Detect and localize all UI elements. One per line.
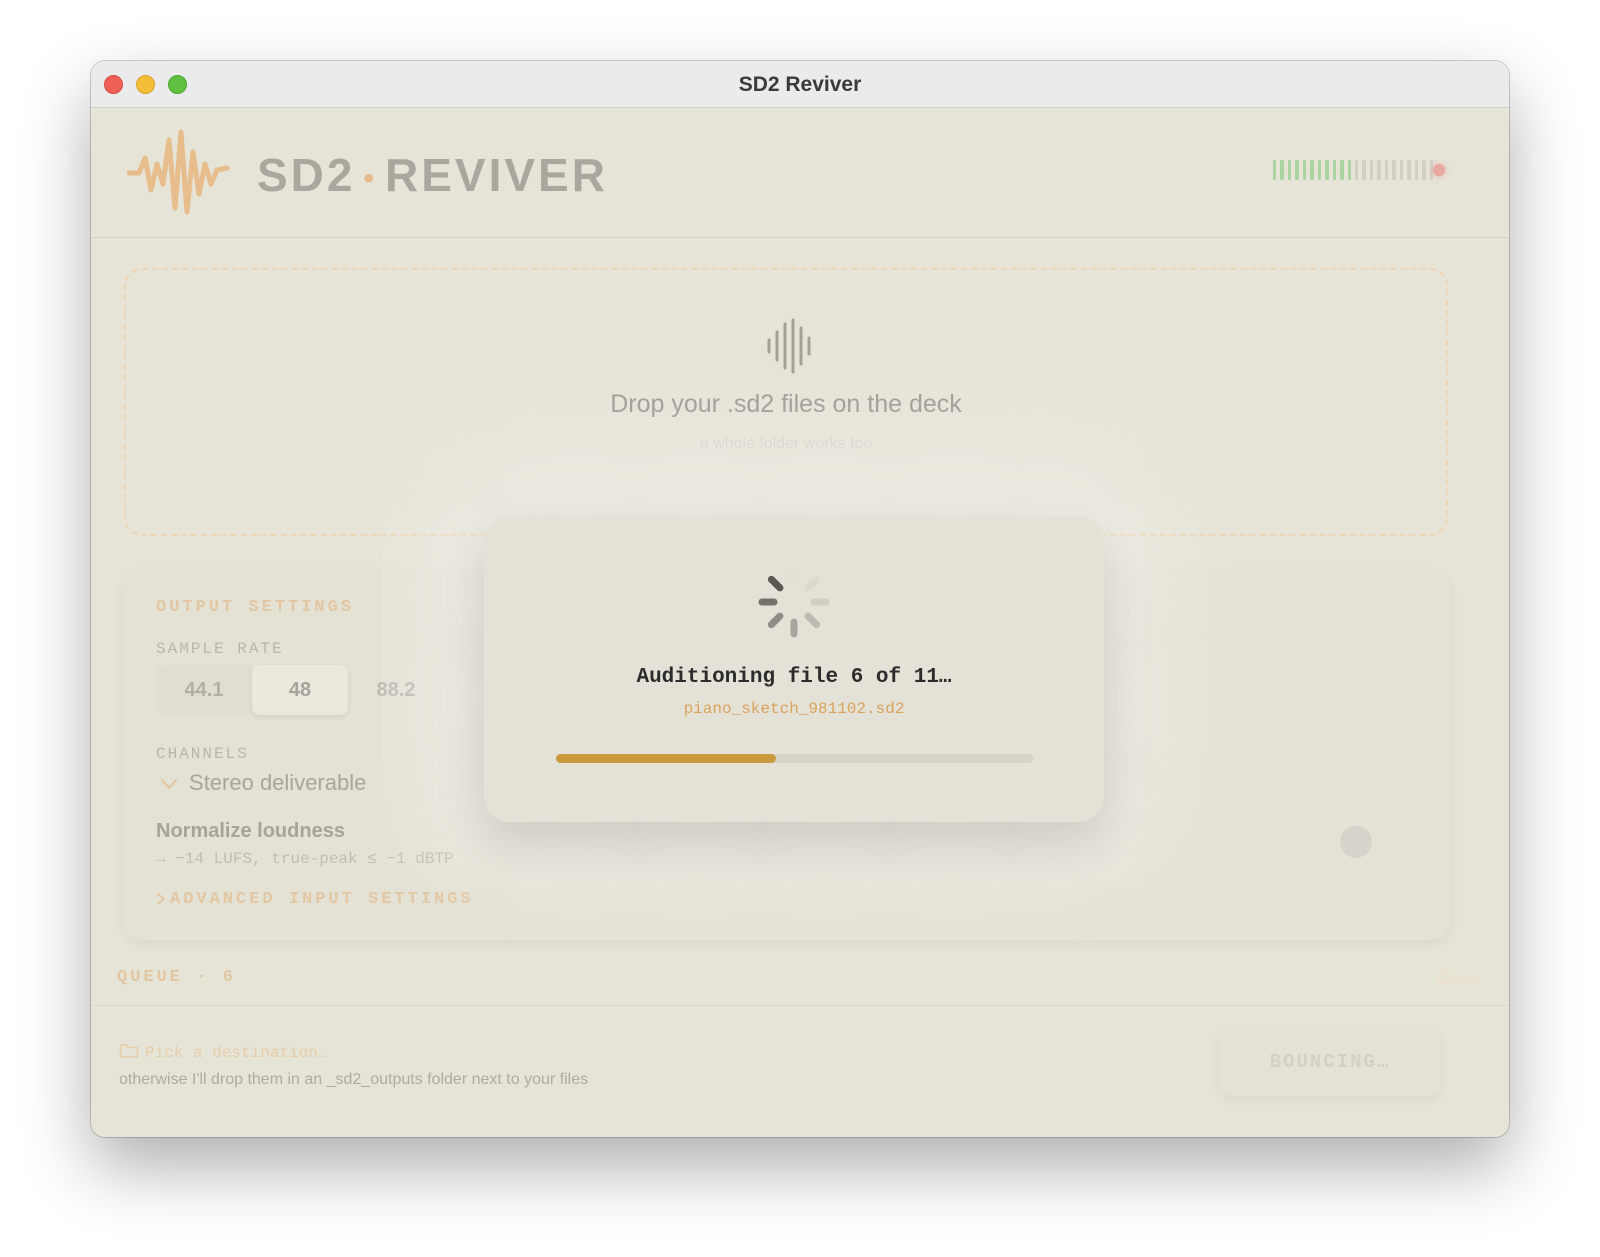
meter-segment xyxy=(1414,160,1419,180)
channels-dropdown[interactable]: Stereo deliverable xyxy=(160,770,366,796)
meter-segment xyxy=(1362,160,1366,180)
meter-segment xyxy=(1332,160,1337,180)
file-drop-zone[interactable]: Drop your .sd2 files on the deck a whole… xyxy=(124,268,1448,536)
meter-segment xyxy=(1317,160,1322,180)
window-title: SD2 Reviver xyxy=(738,73,862,96)
current-filename: piano_sketch_981102.sd2 xyxy=(683,700,905,718)
meter-segment xyxy=(1354,160,1359,180)
drop-subtitle: a whole folder works too xyxy=(699,435,873,452)
folder-icon xyxy=(119,1044,139,1058)
pick-destination-label: Pick a destination… xyxy=(145,1044,328,1062)
waveform-logo-icon xyxy=(127,129,230,215)
pick-destination-button[interactable]: Pick a destination… xyxy=(119,1043,327,1062)
meter-segment xyxy=(1392,160,1396,180)
advanced-input-settings-label: ADVANCED INPUT SETTINGS xyxy=(170,890,474,909)
title-bar: SD2 Reviver xyxy=(91,61,1509,108)
normalize-loudness-detail: → −14 LUFS, true-peak ≤ −1 dBTP xyxy=(156,850,454,868)
progress-dialog: Auditioning file 6 of 11… piano_sketch_9… xyxy=(484,516,1104,822)
record-indicator-icon xyxy=(1433,164,1445,176)
meter-segment xyxy=(1295,160,1299,180)
meter-segment xyxy=(1347,160,1351,180)
waveform-icon xyxy=(767,318,811,374)
meter-segment xyxy=(1340,160,1344,180)
meter-segment xyxy=(1407,160,1411,180)
meter-segment xyxy=(1287,160,1292,180)
bounce-button[interactable]: BOUNCING… xyxy=(1219,1028,1441,1096)
spinner-icon xyxy=(758,566,830,638)
sample-rate-label: SAMPLE RATE xyxy=(156,640,284,658)
sample-rate-segmented-control: 44.1 48 88.2 xyxy=(156,665,456,715)
meter-segment xyxy=(1302,160,1307,180)
meter-segment xyxy=(1369,160,1374,180)
progress-bar xyxy=(556,754,1034,763)
drop-title: Drop your .sd2 files on the deck xyxy=(610,390,962,418)
sample-rate-option-88-2[interactable]: 88.2 xyxy=(348,665,444,715)
meter-segment xyxy=(1280,160,1284,180)
clear-queue-button[interactable]: Clear xyxy=(1436,968,1479,989)
meter-segment xyxy=(1422,160,1426,180)
channels-label: CHANNELS xyxy=(156,745,249,763)
chevron-down-icon xyxy=(160,774,183,794)
meter-segment xyxy=(1325,160,1329,180)
progress-bar-fill xyxy=(556,754,776,763)
app-header: SD2 • REVIVER xyxy=(91,108,1509,238)
brand-left: SD2 xyxy=(257,149,356,201)
app-brand: SD2 • REVIVER xyxy=(257,148,608,202)
dialog-title: Auditioning file 6 of 11… xyxy=(636,666,952,689)
brand-right: REVIVER xyxy=(385,149,608,201)
meter-segment xyxy=(1310,160,1314,180)
queue-label: QUEUE · 6 xyxy=(117,968,236,987)
normalize-loudness-toggle[interactable] xyxy=(1340,826,1372,858)
channels-value: Stereo deliverable xyxy=(189,770,367,795)
destination-note: otherwise I'll drop them in an _sd2_outp… xyxy=(119,1071,589,1088)
meter-segment xyxy=(1399,160,1404,180)
brand-separator: • xyxy=(363,161,377,195)
sample-rate-option-44-1[interactable]: 44.1 xyxy=(156,665,252,715)
sample-rate-option-48[interactable]: 48 xyxy=(252,665,348,715)
meter-segment xyxy=(1273,160,1277,180)
level-meter xyxy=(1273,158,1433,182)
main-content: SD2 • REVIVER Drop your .sd2 files on the … xyxy=(91,108,1509,1137)
chevron-right-icon xyxy=(157,892,165,905)
advanced-input-settings-toggle[interactable]: ADVANCED INPUT SETTINGS xyxy=(156,890,474,909)
output-settings-title: OUTPUT SETTINGS xyxy=(156,598,355,617)
normalize-loudness-title: Normalize loudness xyxy=(156,820,345,842)
meter-segment xyxy=(1384,160,1389,180)
footer-bar: Pick a destination… otherwise I'll drop … xyxy=(91,1005,1509,1137)
meter-segment xyxy=(1377,160,1381,180)
app-window: SD2 Reviver SD2 • REVIVER Drop your .sd2… xyxy=(91,61,1509,1137)
